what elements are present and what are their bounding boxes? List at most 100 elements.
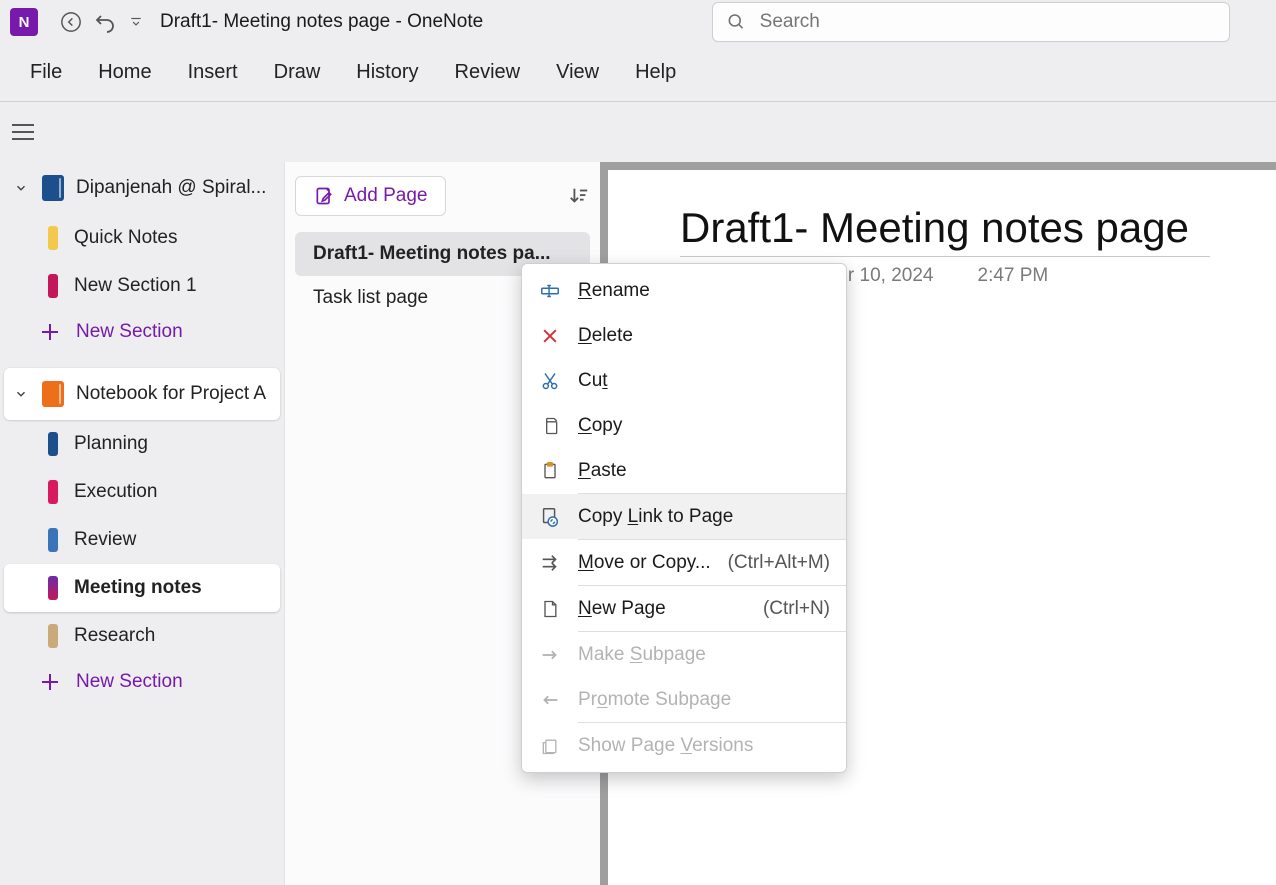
section-label: Quick Notes <box>74 227 177 249</box>
section-planning[interactable]: Planning <box>4 420 280 468</box>
section-color-icon <box>48 576 58 600</box>
tab-help[interactable]: Help <box>635 61 676 84</box>
outdent-icon <box>538 688 562 712</box>
menu-item-label: Delete <box>578 325 830 347</box>
versions-icon <box>538 734 562 758</box>
newpage-icon <box>538 597 562 621</box>
section-color-icon <box>48 624 58 648</box>
section-label: New Section 1 <box>74 275 197 297</box>
section-new-section-1[interactable]: New Section 1 <box>4 262 280 310</box>
section-color-icon <box>48 226 58 250</box>
menu-item-shortcut: (Ctrl+N) <box>763 598 830 620</box>
section-label: Planning <box>74 433 148 455</box>
section-label: Meeting notes <box>74 577 202 599</box>
ribbon-tabs: File Home Insert Draw History Review Vie… <box>0 44 1276 102</box>
indent-icon <box>538 643 562 667</box>
document-title: Draft1- Meeting notes page - OneNote <box>160 11 483 33</box>
notebook-project-a[interactable]: Notebook for Project A <box>4 368 280 420</box>
notebook-label: Dipanjenah @ Spiral... <box>76 177 266 199</box>
tab-review[interactable]: Review <box>455 61 521 84</box>
new-section-button[interactable]: New Section <box>4 310 280 354</box>
tab-view[interactable]: View <box>556 61 599 84</box>
menu-item-new-page[interactable]: New Page (Ctrl+N) <box>522 586 846 631</box>
new-section-label: New Section <box>76 671 183 693</box>
delete-icon <box>538 324 562 348</box>
menu-item-show-versions: Show Page Versions <box>522 723 846 768</box>
tab-home[interactable]: Home <box>98 61 151 84</box>
undo-button[interactable] <box>88 5 122 39</box>
menu-item-rename[interactable]: Rename <box>522 268 846 313</box>
notebook-icon <box>42 381 64 407</box>
menu-item-paste[interactable]: Paste <box>522 448 846 493</box>
add-page-button[interactable]: Add Page <box>295 176 446 216</box>
search-icon <box>727 12 746 32</box>
section-label: Research <box>74 625 155 647</box>
menu-item-cut[interactable]: Cut <box>522 358 846 403</box>
toolbar-strip <box>0 102 1276 162</box>
menu-item-label: Paste <box>578 460 830 482</box>
menu-item-label: Copy <box>578 415 830 437</box>
tab-file[interactable]: File <box>30 61 62 84</box>
move-icon <box>538 551 562 575</box>
customize-quick-access-icon[interactable] <box>126 15 146 29</box>
new-section-button[interactable]: New Section <box>4 660 280 704</box>
link-icon <box>538 505 562 529</box>
menu-item-label: Rename <box>578 280 830 302</box>
sort-icon <box>568 185 590 207</box>
page-time[interactable]: 2:47 PM <box>978 265 1049 287</box>
cut-icon <box>538 369 562 393</box>
copy-icon <box>538 414 562 438</box>
app-icon: N <box>10 8 38 36</box>
notebook-sidebar: Dipanjenah @ Spiral... Quick Notes New S… <box>0 162 284 885</box>
menu-item-label: Promote Subpage <box>578 689 830 711</box>
page-item-label: Task list page <box>313 287 428 309</box>
menu-item-label: New Page <box>578 598 747 620</box>
add-page-icon <box>314 186 334 206</box>
section-label: Execution <box>74 481 157 503</box>
section-color-icon <box>48 528 58 552</box>
notebook-label: Notebook for Project A <box>76 383 266 405</box>
search-input[interactable] <box>760 11 1215 33</box>
tab-draw[interactable]: Draw <box>274 61 321 84</box>
notebook-icon <box>42 175 64 201</box>
page-item-label: Draft1- Meeting notes pa... <box>313 243 551 265</box>
menu-item-label: Cut <box>578 370 830 392</box>
tab-insert[interactable]: Insert <box>188 61 238 84</box>
back-button[interactable] <box>54 5 88 39</box>
menu-item-shortcut: (Ctrl+Alt+M) <box>728 552 830 574</box>
hamburger-icon[interactable] <box>12 118 40 146</box>
plus-icon <box>40 322 60 342</box>
menu-item-promote-subpage: Promote Subpage <box>522 677 846 722</box>
new-section-label: New Section <box>76 321 183 343</box>
section-review[interactable]: Review <box>4 516 280 564</box>
tab-history[interactable]: History <box>356 61 418 84</box>
section-execution[interactable]: Execution <box>4 468 280 516</box>
plus-icon <box>40 672 60 692</box>
title-bar: N Draft1- Meeting notes page - OneNote <box>0 0 1276 44</box>
menu-item-copy-link[interactable]: Copy Link to Page <box>522 494 846 539</box>
paste-icon <box>538 459 562 483</box>
menu-item-make-subpage: Make Subpage <box>522 632 846 677</box>
page-context-menu: Rename Delete Cut Copy Paste Copy Link to Pag… <box>521 263 847 773</box>
menu-item-move-copy[interactable]: Move or Copy...(Ctrl+Alt+M) <box>522 540 846 585</box>
sort-button[interactable] <box>568 185 590 207</box>
menu-item-delete[interactable]: Delete <box>522 313 846 358</box>
section-color-icon <box>48 432 58 456</box>
section-label: Review <box>74 529 136 551</box>
section-color-icon <box>48 480 58 504</box>
section-color-icon <box>48 274 58 298</box>
chevron-down-icon <box>12 181 30 195</box>
menu-item-label: Copy Link to Page <box>578 506 830 528</box>
section-meeting-notes[interactable]: Meeting notes <box>4 564 280 612</box>
menu-item-label: Make Subpage <box>578 644 830 666</box>
chevron-down-icon <box>12 387 30 401</box>
notebook-spiral[interactable]: Dipanjenah @ Spiral... <box>4 162 280 214</box>
search-box[interactable] <box>712 2 1230 42</box>
menu-item-copy[interactable]: Copy <box>522 403 846 448</box>
rename-icon <box>538 279 562 303</box>
section-quick-notes[interactable]: Quick Notes <box>4 214 280 262</box>
add-page-label: Add Page <box>344 185 427 207</box>
page-title[interactable]: Draft1- Meeting notes page <box>680 204 1210 257</box>
menu-item-label: Show Page Versions <box>578 735 830 757</box>
section-research[interactable]: Research <box>4 612 280 660</box>
